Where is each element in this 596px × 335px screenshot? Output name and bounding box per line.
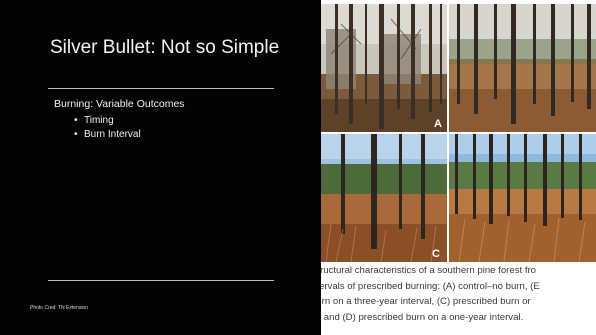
panel-label: C	[432, 248, 440, 260]
bullet-text: Burn Interval	[84, 129, 141, 140]
bullet-dot-icon: •	[74, 115, 78, 126]
caption-line: ntervals of prescribed burning: (A) cont…	[321, 280, 540, 292]
slide: Silver Bullet: Not so Simple Burning: Va…	[0, 0, 596, 335]
caption-line: Structural characteristics of a southern…	[321, 265, 537, 276]
bullet-item: • Timing	[74, 114, 141, 128]
photo-credit: Photo Cred: TN Extension	[30, 305, 88, 311]
slide-subheading: Burning: Variable Outcomes	[54, 98, 185, 110]
bullet-dot-icon: •	[74, 129, 78, 140]
forest-photo-a: A	[321, 4, 447, 132]
forest-photo-d	[449, 134, 596, 262]
slide-text-panel: Silver Bullet: Not so Simple Burning: Va…	[0, 0, 320, 335]
title-divider	[48, 88, 274, 89]
footer-divider	[48, 280, 274, 281]
bullet-text: Timing	[84, 115, 114, 126]
bullet-item: • Burn Interval	[74, 128, 141, 142]
forest-photo-c: C	[321, 134, 447, 262]
figure-caption: Structural characteristics of a southern…	[321, 263, 596, 325]
panel-label: A	[434, 118, 442, 130]
forest-figure: A C Structural characteristics of a sout…	[321, 0, 596, 335]
caption-line: burn on a three-year interval, (C) presc…	[321, 296, 531, 307]
bullet-list: • Timing • Burn Interval	[74, 114, 141, 142]
caption-line: al, and (D) prescribed burn on a one-yea…	[321, 311, 524, 323]
photo-grid: A C	[321, 4, 596, 262]
slide-title: Silver Bullet: Not so Simple	[50, 37, 280, 58]
forest-photo-b	[449, 4, 596, 132]
